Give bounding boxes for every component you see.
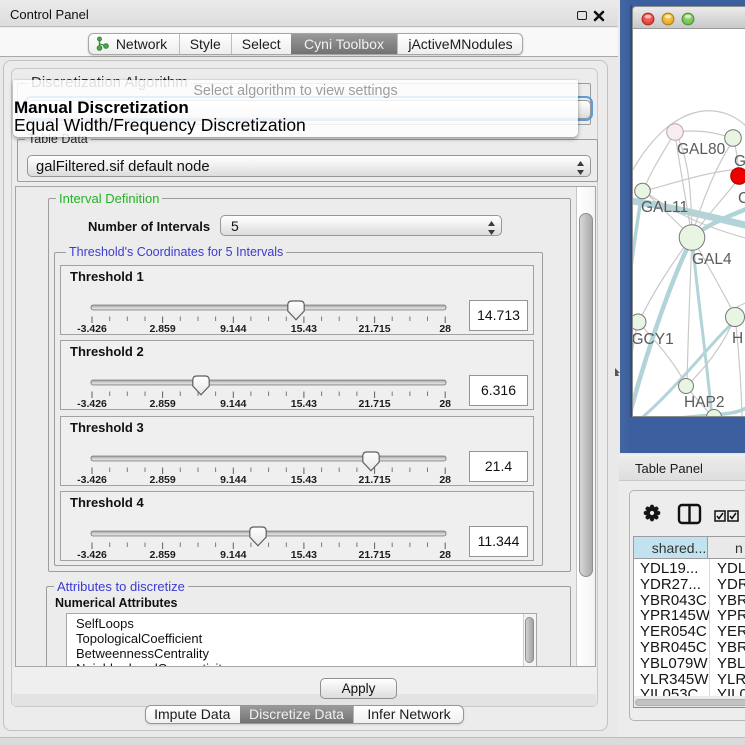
- svg-text:15.43: 15.43: [291, 549, 317, 561]
- svg-text:-3.426: -3.426: [77, 474, 107, 486]
- svg-text:15.43: 15.43: [291, 474, 317, 486]
- svg-text:28: 28: [439, 549, 451, 561]
- svg-text:-3.426: -3.426: [77, 323, 107, 335]
- svg-text:21.715: 21.715: [359, 398, 391, 410]
- svg-text:GA: GA: [734, 153, 745, 170]
- svg-text:28: 28: [439, 474, 451, 486]
- svg-text:21.715: 21.715: [359, 474, 391, 486]
- svg-text:H: H: [732, 330, 743, 347]
- svg-text:2.859: 2.859: [149, 323, 175, 335]
- svg-text:GAL11: GAL11: [641, 199, 688, 216]
- svg-text:28: 28: [439, 398, 451, 410]
- svg-text:21.715: 21.715: [359, 549, 391, 561]
- svg-text:9.144: 9.144: [220, 474, 246, 486]
- svg-text:GCY1: GCY1: [633, 331, 674, 348]
- svg-text:9.144: 9.144: [220, 398, 246, 410]
- svg-text:GAL80: GAL80: [677, 141, 726, 158]
- svg-text:GAL4: GAL4: [692, 251, 732, 268]
- svg-text:28: 28: [439, 323, 451, 335]
- svg-text:9.144: 9.144: [220, 549, 246, 561]
- svg-text:15.43: 15.43: [291, 323, 317, 335]
- svg-text:21.715: 21.715: [359, 323, 391, 335]
- svg-text:-3.426: -3.426: [77, 549, 107, 561]
- svg-text:-3.426: -3.426: [77, 398, 107, 410]
- svg-text:HAP2: HAP2: [684, 394, 725, 411]
- svg-text:15.43: 15.43: [291, 398, 317, 410]
- svg-text:2.859: 2.859: [149, 549, 175, 561]
- svg-text:2.859: 2.859: [149, 474, 175, 486]
- svg-text:C: C: [738, 190, 745, 207]
- svg-text:9.144: 9.144: [220, 323, 246, 335]
- svg-text:2.859: 2.859: [149, 398, 175, 410]
